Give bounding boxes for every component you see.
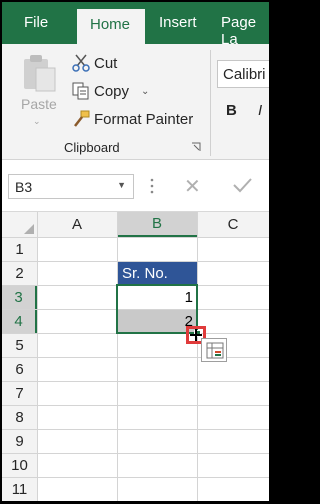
- ribbon-tab-bar: File Home Insert Page La: [2, 2, 269, 48]
- column-header-b[interactable]: B: [117, 212, 197, 237]
- cut-icon: [70, 53, 92, 73]
- cell-b2[interactable]: Sr. No.: [118, 262, 197, 285]
- bold-button[interactable]: B: [226, 102, 237, 119]
- row-header-8[interactable]: 8: [2, 405, 37, 429]
- name-box[interactable]: B3 ▼: [8, 174, 134, 199]
- tab-insert[interactable]: Insert: [159, 14, 197, 31]
- paste-icon: [24, 55, 56, 92]
- gridline: [117, 212, 118, 501]
- column-header-c[interactable]: C: [197, 212, 269, 237]
- row-header-4[interactable]: 4: [2, 309, 37, 333]
- gridline: [2, 237, 269, 238]
- formula-bar: B3 ▼ ✕: [2, 160, 269, 212]
- ribbon-home: Paste ⌄ Cut Copy ⌄ Format Painter Clipbo…: [2, 44, 269, 160]
- row-header-5[interactable]: 5: [2, 333, 37, 357]
- cut-label: Cut: [94, 54, 118, 72]
- row-header-3[interactable]: 3: [2, 285, 37, 309]
- gridline: [2, 453, 269, 454]
- row-header-2[interactable]: 2: [2, 261, 37, 285]
- dialog-launcher-icon[interactable]: [191, 142, 201, 152]
- copy-icon: [70, 81, 92, 101]
- chevron-down-icon[interactable]: ⌄: [33, 116, 41, 127]
- row-header-9[interactable]: 9: [2, 429, 37, 453]
- tab-home[interactable]: Home: [77, 9, 145, 45]
- quick-analysis-icon: [206, 342, 224, 359]
- copy-label: Copy: [94, 82, 130, 100]
- format-painter-icon: [70, 109, 92, 129]
- format-painter-button[interactable]: Format Painter: [70, 108, 193, 130]
- more-icon[interactable]: [150, 178, 154, 194]
- select-all-button[interactable]: [24, 224, 34, 234]
- italic-button[interactable]: I: [258, 102, 262, 119]
- cancel-icon[interactable]: ✕: [184, 174, 201, 199]
- tab-page-layout[interactable]: Page La: [221, 14, 269, 48]
- gridline: [2, 477, 269, 478]
- copy-button[interactable]: Copy ⌄: [70, 80, 149, 102]
- worksheet-grid[interactable]: A B C 1 2 3 4 5 6 7 8 9 10 11 Sr. No. 1 …: [2, 212, 269, 501]
- name-box-value: B3: [15, 179, 33, 195]
- format-painter-label: Format Painter: [94, 110, 194, 128]
- gridline: [197, 212, 198, 501]
- font-name-combobox[interactable]: Calibri: [217, 60, 269, 88]
- tab-file[interactable]: File: [24, 14, 48, 31]
- ribbon-divider: [210, 50, 211, 156]
- excel-window: File Home Insert Page La Paste ⌄ Cut Cop…: [2, 2, 269, 501]
- quick-analysis-button[interactable]: [201, 338, 227, 362]
- gridline: [2, 357, 269, 358]
- gridline: [2, 429, 269, 430]
- enter-icon[interactable]: [231, 174, 253, 196]
- copy-dropdown-icon[interactable]: ⌄: [141, 86, 149, 97]
- gridline: [37, 212, 38, 501]
- row-header-11[interactable]: 11: [2, 477, 37, 501]
- row-header-6[interactable]: 6: [2, 357, 37, 381]
- row-header-10[interactable]: 10: [2, 453, 37, 477]
- cut-button[interactable]: Cut: [70, 52, 117, 74]
- row-header-1[interactable]: 1: [2, 237, 37, 261]
- chevron-down-icon[interactable]: ▼: [117, 180, 126, 190]
- paste-label: Paste: [21, 96, 57, 112]
- column-header-a[interactable]: A: [37, 212, 117, 237]
- gridline: [2, 381, 269, 382]
- gridline: [2, 405, 269, 406]
- row-header-7[interactable]: 7: [2, 381, 37, 405]
- clipboard-group-label: Clipboard: [64, 140, 120, 155]
